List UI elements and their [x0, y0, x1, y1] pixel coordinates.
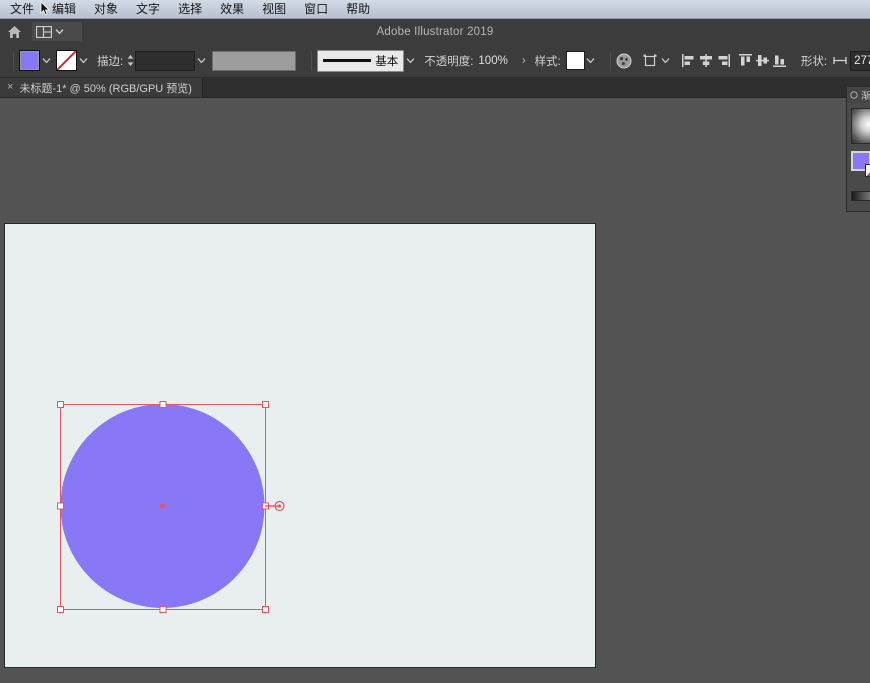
brush-definition-field[interactable]: 基本: [317, 49, 405, 72]
arrange-documents-icon: [36, 25, 52, 38]
canvas-workspace[interactable]: [0, 98, 870, 683]
title-bar: Adobe Illustrator 2019: [0, 19, 870, 44]
fill-color-swatch[interactable]: [19, 50, 40, 71]
control-bar-divider: [13, 50, 14, 71]
chevron-down-icon: [197, 58, 206, 64]
chevron-down-icon: [586, 58, 595, 64]
align-horizontal-center-button[interactable]: [698, 52, 715, 69]
title-bar-left-controls: [0, 19, 82, 44]
fill-swatch-dropdown[interactable]: [40, 52, 52, 70]
gradient-slider[interactable]: [851, 191, 870, 201]
gradient-preview-swatch[interactable]: [851, 108, 870, 144]
stroke-weight-stepper[interactable]: [125, 52, 135, 70]
stroke-swatch-dropdown[interactable]: [77, 52, 89, 70]
shape-width-label-icon: [833, 52, 847, 69]
opacity-input[interactable]: 100%: [478, 55, 507, 67]
style-label: 样式:: [534, 55, 561, 68]
menu-edit[interactable]: 编辑: [43, 0, 85, 18]
width-measure-icon: [833, 57, 847, 64]
panel-menu-icon[interactable]: [850, 91, 858, 99]
menu-select[interactable]: 选择: [169, 0, 211, 18]
variable-width-profile-field[interactable]: [212, 50, 297, 71]
arrange-documents-button[interactable]: [32, 22, 82, 41]
menu-window[interactable]: 窗口: [295, 0, 337, 18]
gradient-fill-stroke-swatches: [851, 151, 870, 177]
align-left-icon: [682, 54, 694, 67]
graphic-style-dropdown[interactable]: [585, 52, 597, 70]
align-bottom-button[interactable]: [772, 52, 789, 69]
transform-shape-dropdown[interactable]: [660, 52, 672, 70]
gradient-panel[interactable]: 渐变: [846, 86, 870, 212]
control-bar-divider: [311, 50, 313, 71]
stroke-weight-label: 描边:: [97, 55, 124, 68]
menu-type[interactable]: 文字: [127, 0, 169, 18]
illustrator-window: 文件 编辑 对象 文字 选择 效果 视图 窗口 帮助 Adobe Illustr…: [0, 0, 870, 683]
menu-bar: 文件 编辑 对象 文字 选择 效果 视图 窗口 帮助: [0, 0, 870, 19]
stroke-weight-input[interactable]: [135, 50, 196, 71]
home-icon: [7, 25, 21, 38]
opacity-label: 不透明度:: [424, 55, 474, 68]
graphic-style-swatch[interactable]: [565, 51, 585, 70]
gradient-panel-header[interactable]: 渐变: [847, 87, 870, 103]
brush-definition-label: 基本: [375, 55, 399, 68]
stroke-color-swatch[interactable]: [56, 50, 77, 71]
recolor-artwork-icon: [616, 53, 632, 68]
transform-shape-button[interactable]: [643, 52, 660, 69]
app-title: Adobe Illustrator 2019: [376, 25, 494, 38]
align-vertical-center-icon: [756, 55, 770, 66]
chevron-down-icon: [55, 29, 64, 35]
align-top-button[interactable]: [738, 52, 755, 69]
control-bar: 描边: 基本 不透明度: 100% › 样式: 形状: 27: [0, 44, 870, 78]
transform-shape-icon: [643, 54, 657, 66]
align-left-button[interactable]: [681, 52, 698, 69]
chevron-down-icon: [79, 58, 87, 64]
chevron-down-icon: [42, 58, 50, 64]
opacity-more-options-button[interactable]: ›: [522, 55, 526, 67]
menu-object[interactable]: 对象: [85, 0, 127, 18]
recolor-artwork-button[interactable]: [616, 52, 633, 69]
menu-help[interactable]: 帮助: [337, 0, 379, 18]
document-tab-bar: × 未标题-1* @ 50% (RGB/GPU 预览): [0, 78, 870, 98]
align-right-icon: [718, 54, 731, 67]
align-vertical-center-button[interactable]: [755, 52, 772, 69]
shape-width-input[interactable]: 277.: [850, 50, 870, 71]
menu-view[interactable]: 视图: [253, 0, 295, 18]
align-right-button[interactable]: [715, 52, 732, 69]
document-tab-title: 未标题-1* @ 50% (RGB/GPU 预览): [19, 82, 192, 95]
brush-stroke-preview-icon: [323, 59, 372, 62]
brush-definition-dropdown[interactable]: [404, 52, 416, 70]
chevron-down-icon: [406, 58, 415, 64]
shape-label: 形状:: [800, 55, 828, 68]
align-bottom-icon: [773, 55, 787, 67]
home-button[interactable]: [2, 21, 26, 42]
artboard[interactable]: [4, 223, 596, 668]
close-icon[interactable]: ×: [7, 82, 13, 93]
stepper-arrows-icon: [127, 55, 134, 66]
menu-effect[interactable]: 效果: [211, 0, 253, 18]
chevron-down-icon: [661, 58, 670, 64]
gradient-stroke-none-swatch[interactable]: [865, 164, 870, 177]
gradient-panel-title: 渐变: [861, 91, 870, 102]
align-horizontal-center-icon: [700, 54, 713, 67]
gradient-panel-body: [847, 103, 870, 211]
menu-file[interactable]: 文件: [0, 0, 43, 18]
stroke-weight-dropdown[interactable]: [195, 52, 207, 70]
align-top-icon: [739, 54, 753, 66]
document-tab[interactable]: × 未标题-1* @ 50% (RGB/GPU 预览): [0, 78, 203, 97]
control-bar-divider: [609, 50, 611, 71]
